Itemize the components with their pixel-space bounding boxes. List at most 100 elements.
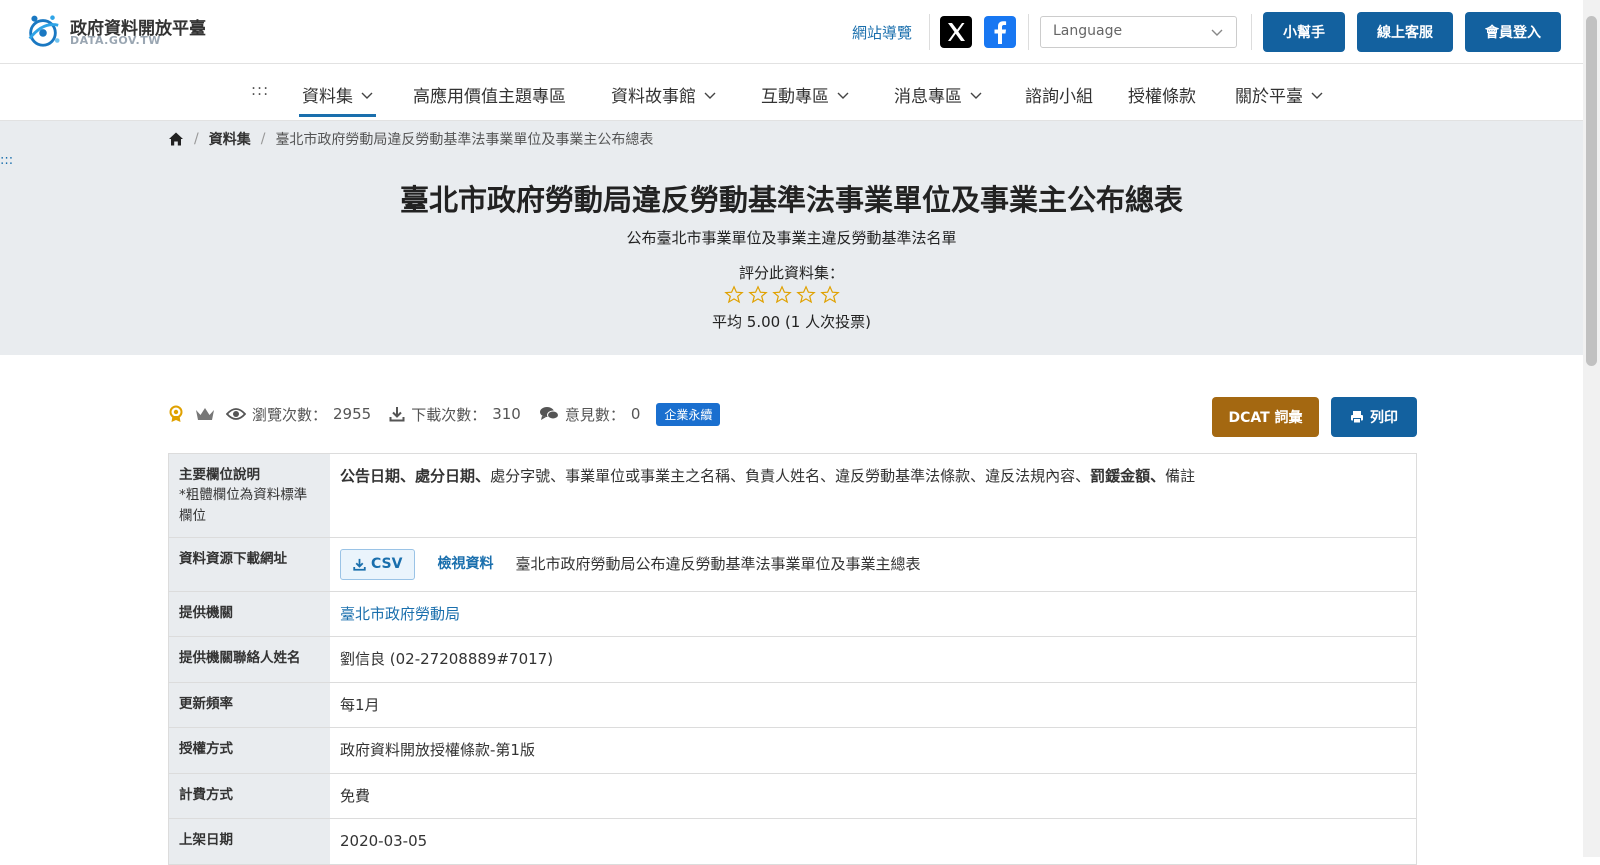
nav-item-label: 消息專區 bbox=[894, 87, 962, 107]
comment-count: 意見數： 0 bbox=[539, 404, 641, 425]
dataset-details-table: 主要欄位說明 *粗體欄位為資料標準欄位 公告日期、處分日期、處分字號、事業單位或… bbox=[168, 453, 1417, 865]
row-header: 授權方式 bbox=[169, 728, 330, 773]
page-scrollbar[interactable] bbox=[1583, 0, 1600, 857]
sustainability-badge[interactable]: 企業永續 bbox=[656, 402, 721, 426]
breadcrumb-separator: / bbox=[194, 131, 199, 147]
nav-item-high-value[interactable]: 高應用價值主題專區 bbox=[413, 82, 566, 107]
download-count-label: 下載次數： bbox=[411, 405, 487, 424]
comment-count-label: 意見數： bbox=[564, 405, 625, 424]
field-text: 處分字號、事業單位或事業主之名稱、負責人姓名、違反勞動基準法條款、違反法規內容、 bbox=[490, 467, 1091, 485]
row-value: 劉信良 (02-27208889#7017) bbox=[340, 650, 554, 669]
breadcrumb-current: 臺北市政府勞動局違反勞動基準法事業單位及事業主公布總表 bbox=[275, 132, 654, 148]
member-login-button[interactable]: 會員登入 bbox=[1465, 12, 1561, 52]
x-twitter-icon[interactable] bbox=[940, 16, 972, 48]
site-logo[interactable]: 政府資料開放平臺 DATA.GOV.TW bbox=[24, 12, 214, 52]
star-icon[interactable] bbox=[748, 285, 768, 305]
fields-header: 主要欄位說明 bbox=[179, 467, 260, 483]
table-row: 資料資源下載網址 CSV 檢視資料 臺北市政府勞動局公布違反勞動基準法事業單位及… bbox=[169, 537, 1416, 592]
sitemap-link[interactable]: 網站導覽 bbox=[852, 22, 912, 43]
star-icon[interactable] bbox=[724, 285, 744, 305]
comment-count-value: 0 bbox=[630, 405, 641, 423]
dcat-vocabulary-button[interactable]: DCAT 詞彙 bbox=[1212, 397, 1319, 437]
divider bbox=[1028, 14, 1029, 50]
view-count-label: 瀏覽次數： bbox=[252, 405, 328, 424]
printer-icon bbox=[1351, 411, 1363, 424]
fields-note: *粗體欄位為資料標準欄位 bbox=[179, 487, 308, 524]
scrollbar-thumb[interactable] bbox=[1586, 16, 1597, 366]
helper-button[interactable]: 小幫手 bbox=[1263, 12, 1345, 52]
view-count: 瀏覽次數： 2955 bbox=[226, 404, 371, 425]
chevron-down-icon bbox=[837, 92, 849, 99]
facebook-icon[interactable] bbox=[984, 16, 1016, 48]
page-title: 臺北市政府勞動局違反勞動基準法事業單位及事業主公布總表 bbox=[399, 183, 1183, 217]
standard-field-text: 、 bbox=[475, 467, 491, 485]
nav-item-advisory[interactable]: 諮詢小組 bbox=[1025, 82, 1093, 107]
chevron-down-icon bbox=[1211, 29, 1223, 36]
rating-label: 評分此資料集： bbox=[738, 264, 844, 282]
table-row: 提供機關聯絡人姓名 劉信良 (02-27208889#7017) bbox=[169, 637, 1416, 683]
breadcrumb: / 資料集 / 臺北市政府勞動局違反勞動基準法事業單位及事業主公布總表 bbox=[168, 129, 653, 149]
breadcrumb-datasets-link[interactable]: 資料集 bbox=[209, 129, 251, 149]
download-icon bbox=[353, 558, 366, 571]
nav-item-license[interactable]: 授權條款 bbox=[1128, 82, 1196, 107]
crown-icon bbox=[196, 408, 214, 420]
resource-name: 臺北市政府勞動局公布違反勞動基準法事業單位及事業主總表 bbox=[515, 555, 921, 573]
standard-field-text: 公告日期 bbox=[340, 467, 401, 485]
dataset-stats: 瀏覽次數： 2955 下載次數： 310 意見數： 0 企業永續 bbox=[168, 400, 721, 428]
language-placeholder: Language bbox=[1053, 23, 1123, 39]
csv-label: CSV bbox=[371, 555, 403, 572]
star-icon[interactable] bbox=[796, 285, 816, 305]
nav-item-news[interactable]: 消息專區 bbox=[894, 82, 982, 107]
download-icon bbox=[389, 407, 405, 422]
row-header: 更新頻率 bbox=[169, 682, 330, 728]
nav-item-label: 互動專區 bbox=[761, 87, 829, 107]
star-icon[interactable] bbox=[772, 285, 792, 305]
home-icon[interactable] bbox=[168, 131, 184, 147]
chevron-down-icon bbox=[361, 92, 373, 99]
nav-item-datasets[interactable]: 資料集 bbox=[299, 82, 376, 117]
download-count: 下載次數： 310 bbox=[389, 404, 521, 425]
online-support-button[interactable]: 線上客服 bbox=[1357, 12, 1453, 52]
nav-item-interactive[interactable]: 互動專區 bbox=[761, 82, 849, 107]
star-icon[interactable] bbox=[820, 285, 840, 305]
language-select[interactable]: Language bbox=[1040, 16, 1237, 48]
view-count-value: 2955 bbox=[333, 405, 372, 423]
divider bbox=[1251, 14, 1252, 50]
main-nav: ::: 資料集 高應用價值主題專區 資料故事館 互動專區 消息專區 諮詢小組 授… bbox=[0, 64, 1583, 121]
divider bbox=[929, 14, 930, 50]
site-header: 政府資料開放平臺 DATA.GOV.TW 網站導覽 Language 小幫手 線… bbox=[0, 0, 1583, 64]
standard-field-text: 、 bbox=[1150, 467, 1166, 485]
dataset-hero: / 資料集 / 臺北市政府勞動局違反勞動基準法事業單位及事業主公布總表 ::: … bbox=[0, 121, 1583, 355]
print-button[interactable]: 列印 bbox=[1331, 397, 1417, 437]
award-medal-icon bbox=[169, 405, 183, 422]
nav-item-stories[interactable]: 資料故事館 bbox=[611, 82, 716, 107]
nav-item-label: 授權條款 bbox=[1128, 87, 1196, 107]
download-resources: CSV 檢視資料 臺北市政府勞動局公布違反勞動基準法事業單位及事業主總表 bbox=[330, 538, 1416, 591]
nav-skip-anchor[interactable]: ::: bbox=[251, 81, 269, 99]
page-subtitle: 公布臺北市事業單位及事業主違反勞動基準法名單 bbox=[626, 229, 957, 247]
nav-item-about[interactable]: 關於平臺 bbox=[1235, 82, 1323, 107]
row-header: 提供機關 bbox=[169, 591, 330, 637]
print-label: 列印 bbox=[1370, 410, 1398, 426]
row-value: 每1月 bbox=[340, 695, 380, 714]
row-header: 計費方式 bbox=[169, 773, 330, 819]
table-row: 更新頻率 每1月 bbox=[169, 682, 1416, 729]
eye-icon bbox=[226, 408, 246, 420]
nav-item-label: 諮詢小組 bbox=[1025, 87, 1093, 107]
table-row: 提供機關 臺北市政府勞動局 bbox=[169, 591, 1416, 638]
table-row: 主要欄位說明 *粗體欄位為資料標準欄位 公告日期、處分日期、處分字號、事業單位或… bbox=[169, 454, 1416, 538]
view-data-link[interactable]: 檢視資料 bbox=[437, 554, 493, 575]
standard-field-text: 罰鍰金額 bbox=[1090, 467, 1151, 485]
csv-download-button[interactable]: CSV bbox=[340, 548, 416, 580]
chevron-down-icon bbox=[1311, 92, 1323, 99]
table-row: 計費方式 免費 bbox=[169, 773, 1416, 820]
row-header: 資料資源下載網址 bbox=[169, 537, 330, 591]
provider-agency-link[interactable]: 臺北市政府勞動局 bbox=[340, 605, 460, 623]
chevron-down-icon bbox=[704, 92, 716, 99]
table-row: 上架日期 2020-03-05 bbox=[169, 819, 1416, 864]
nav-item-label: 資料故事館 bbox=[611, 87, 696, 107]
rating-stars[interactable] bbox=[724, 285, 864, 305]
content-skip-anchor[interactable]: ::: bbox=[0, 153, 13, 168]
breadcrumb-separator: / bbox=[260, 131, 266, 147]
download-count-value: 310 bbox=[492, 405, 521, 423]
